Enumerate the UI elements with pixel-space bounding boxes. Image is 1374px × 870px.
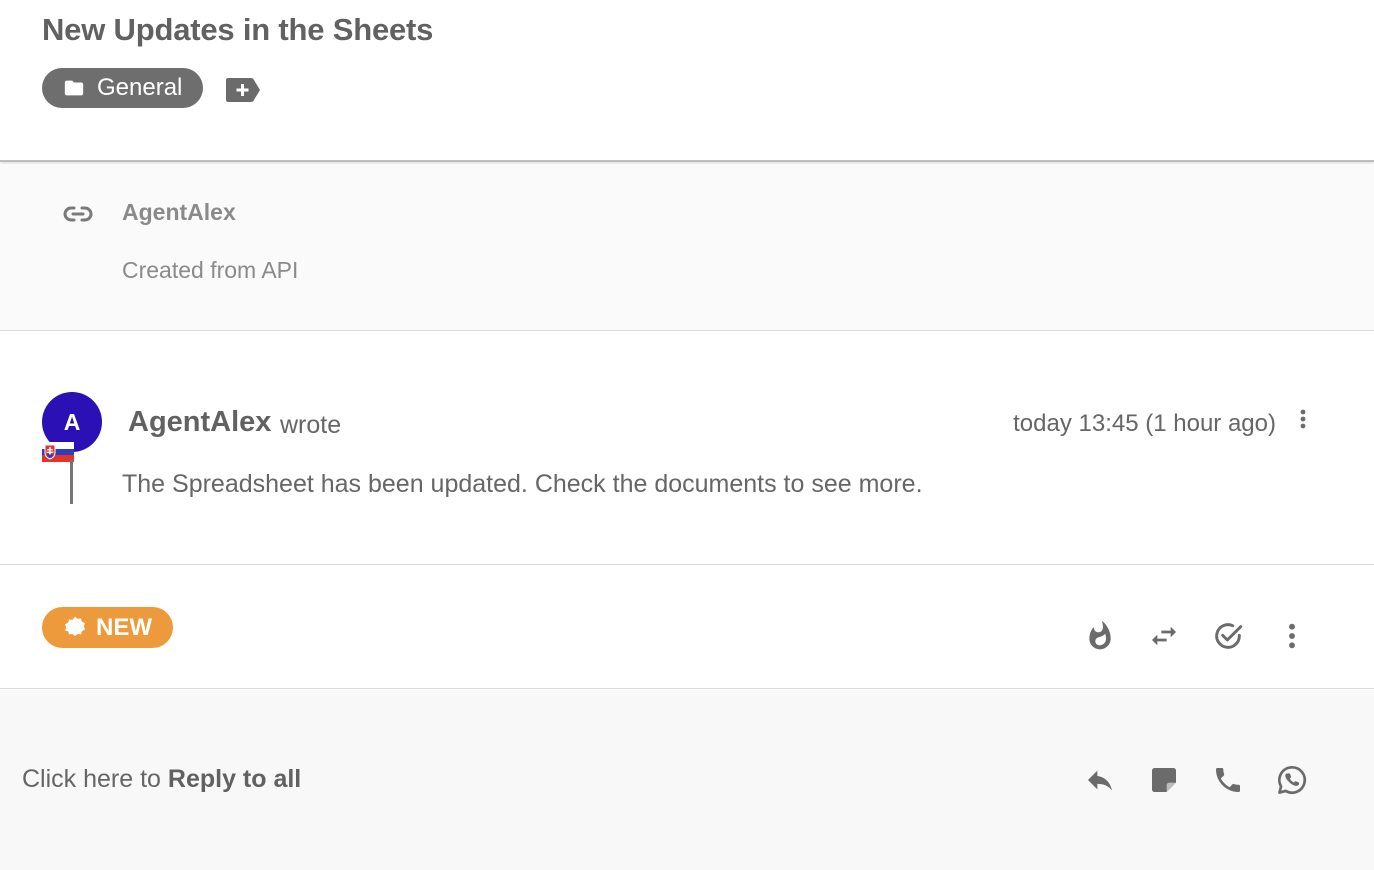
fire-icon [1089,620,1111,650]
priority-button[interactable] [1084,620,1116,652]
link-icon [63,202,93,226]
reply-to-all-link[interactable]: Click here to Reply to all [22,765,301,794]
ticket-header: New Updates in the Sheets General [0,0,1374,162]
note-button[interactable] [1148,764,1180,796]
message-timestamp: today 13:45 (1 hour ago) [1013,410,1276,437]
reply-bar: Click here to Reply to all [0,690,1374,870]
ticket-source: AgentAlex Created from API [0,164,1374,331]
department-chip[interactable]: General [42,68,204,108]
message-body: The Spreadsheet has been updated. Check … [122,470,923,498]
slovakia-flag-icon [42,442,74,462]
reply-button[interactable] [1084,764,1116,796]
status-label: NEW [96,613,152,641]
message-author[interactable]: AgentAlex [128,406,271,439]
folder-icon [64,80,84,96]
department-label: General [97,74,183,101]
resolve-button[interactable] [1212,620,1244,652]
more-vertical-icon [1300,409,1306,429]
source-note: Created from API [122,257,299,283]
ticket-title: New Updates in the Sheets [42,12,434,47]
message-verb: wrote [280,411,342,439]
note-icon [1152,768,1176,792]
add-tag-icon [226,78,260,102]
whatsapp-icon [1278,765,1307,794]
badge-icon [65,616,85,636]
status-bar: NEW [0,566,1374,689]
more-vertical-icon [1289,623,1295,649]
transfer-icon [1152,626,1176,646]
source-agent-name: AgentAlex [122,199,236,225]
reply-icon [1088,770,1112,791]
check-circle-icon [1215,623,1243,649]
status-badge[interactable]: NEW [42,607,173,648]
ticket-more-button[interactable] [1276,620,1308,652]
reply-prefix: Click here to [22,765,168,793]
reply-action: Reply to all [167,765,302,793]
phone-icon [1216,768,1240,792]
call-button[interactable] [1212,764,1244,796]
message: A AgentAlex wrote today 13:45 (1 hour ag… [0,332,1374,565]
transfer-button[interactable] [1148,620,1180,652]
timeline-line [70,460,73,504]
message-more-button[interactable] [1293,408,1313,432]
whatsapp-button[interactable] [1276,764,1308,796]
add-tag-button[interactable] [225,77,261,103]
